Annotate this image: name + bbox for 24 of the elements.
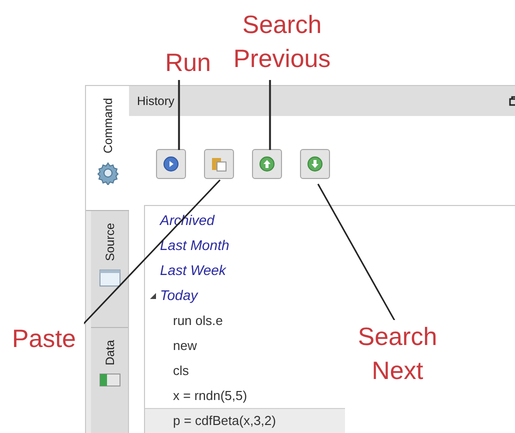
history-entry[interactable]: x = rndn(5,5) [145, 383, 345, 408]
gear-icon [96, 161, 120, 186]
panel-title: History [137, 93, 174, 110]
history-group[interactable]: Last Month [145, 233, 515, 258]
side-tab[interactable]: Source [91, 211, 128, 328]
table-icon [98, 373, 120, 388]
history-group[interactable]: Last Week [145, 258, 515, 283]
history-entry[interactable]: run ols.e [145, 308, 345, 333]
toolbar-button[interactable] [300, 149, 330, 179]
leader-line [269, 80, 271, 150]
toolbar-button[interactable] [156, 149, 186, 179]
leader-line [178, 80, 180, 150]
history-group[interactable]: Today [145, 283, 515, 308]
history-entry[interactable]: new [145, 333, 345, 358]
history-entry[interactable]: p = cdfBeta(x,3,2) [145, 408, 345, 433]
toolbar-button[interactable] [204, 149, 234, 179]
play-icon [163, 156, 179, 172]
side-tab[interactable]: Command [86, 86, 129, 212]
expanded-triangle-icon [150, 292, 156, 298]
window-icon [98, 269, 120, 288]
toolbar-button[interactable] [252, 149, 282, 179]
side-tab[interactable]: Data [91, 328, 128, 433]
history-entry[interactable]: cls [145, 358, 345, 383]
clipboard-icon [211, 156, 227, 172]
